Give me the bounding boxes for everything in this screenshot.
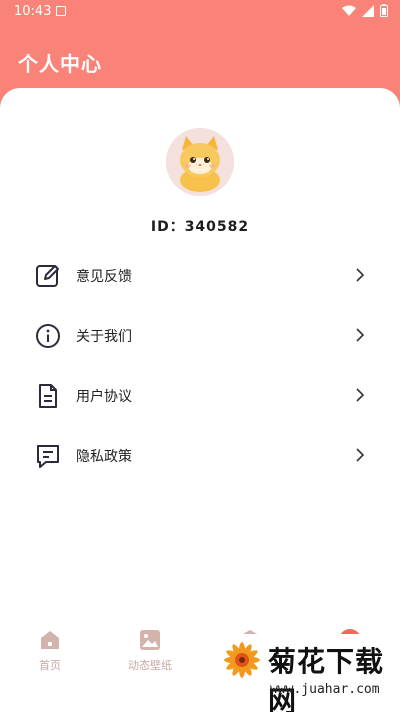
tab-home[interactable]: 首页: [0, 628, 100, 678]
notification-icon: [56, 6, 66, 16]
menu-item-user-agreement[interactable]: 用户协议: [0, 365, 400, 425]
menu-item-label: 意见反馈: [76, 269, 132, 285]
menu-item-feedback[interactable]: 意见反馈: [0, 245, 400, 305]
menu-item-label: 关于我们: [76, 329, 132, 345]
watermark-url: www.juahar.com: [270, 682, 380, 697]
image-icon: [140, 630, 160, 650]
chevron-right-icon: [356, 388, 365, 402]
status-icons: [342, 4, 388, 17]
wifi-icon: [342, 5, 356, 16]
battery-icon: [380, 4, 388, 17]
chevron-right-icon: [356, 268, 365, 282]
menu-item-label: 用户协议: [76, 389, 132, 405]
page-title: 个人中心: [18, 52, 102, 76]
watermark-text: 菊花下载网: [268, 645, 385, 712]
status-bar: 10:43: [0, 0, 400, 24]
flower-logo-icon: [224, 642, 260, 678]
menu-item-about[interactable]: 关于我们: [0, 305, 400, 365]
watermark: 菊花下载网 www.juahar.com: [216, 634, 400, 712]
chevron-right-icon: [356, 448, 365, 462]
user-id: ID：340582: [150, 219, 250, 235]
avatar[interactable]: [166, 128, 234, 196]
profile-card: ID：340582 意见反馈 关于我们 用户协议 隐私政策 首页 动态壁纸: [0, 88, 400, 712]
menu-item-privacy-policy[interactable]: 隐私政策: [0, 425, 400, 485]
cat-avatar-image: [166, 128, 234, 196]
edit-icon: [36, 265, 59, 287]
info-icon: [36, 324, 60, 348]
message-icon: [37, 445, 59, 468]
document-icon: [39, 384, 57, 408]
signal-icon: [362, 4, 374, 17]
status-time: 10:43: [14, 4, 52, 19]
tab-live-wallpaper[interactable]: 动态壁纸: [100, 628, 200, 678]
tab-label: 首页: [39, 659, 61, 672]
tab-label: 动态壁纸: [128, 659, 172, 672]
chevron-right-icon: [356, 328, 365, 342]
menu-item-label: 隐私政策: [76, 449, 132, 465]
home-icon: [41, 631, 59, 649]
